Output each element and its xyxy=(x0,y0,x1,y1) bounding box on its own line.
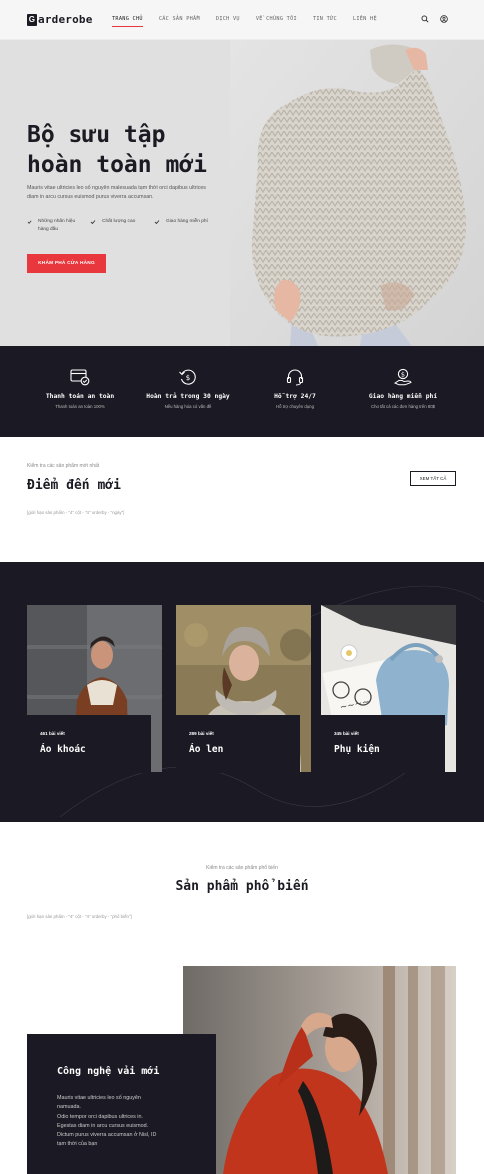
promo-line: Mauris vitae ultricies leo số nguyên xyxy=(57,1095,141,1101)
feature-support: Hỗ trợ 24/7 Hỗ trợ chuyên dụng xyxy=(240,368,350,409)
category-count: 289 bài viết xyxy=(189,731,214,736)
promo-line: namuada. xyxy=(57,1104,81,1111)
hero-feature-brands: Những nhãn hiệu hàng đầu xyxy=(27,218,87,234)
category-name: Phụ kiện xyxy=(334,744,380,755)
popular-pretitle: Kiểm tra các sản phẩm phổ biến xyxy=(206,865,278,871)
logo-bag-icon: G xyxy=(27,13,37,26)
hero-feature-label: Giao hàng miễn phí xyxy=(166,219,208,224)
hero-title-line1: Bộ sưu tập xyxy=(27,122,166,148)
category-card-jackets[interactable]: 461 bài viết Áo khoác xyxy=(27,715,151,773)
card-check-icon xyxy=(70,369,90,386)
promo-title: Công nghệ vải mới xyxy=(57,1066,160,1077)
site-header: G arderobe TRANG CHỦ CÁC SẢN PHẨM DỊCH V… xyxy=(0,0,484,40)
feature-title: Thanh toán an toàn xyxy=(45,393,115,400)
feature-subtitle: Thanh toán an toàn 100% xyxy=(55,404,105,409)
feature-subtitle: Nếu hàng hóa có vấn đề xyxy=(164,404,212,409)
feature-title: Hoàn trả trong 30 ngày xyxy=(146,393,230,400)
category-card-accessories[interactable]: 345 bài viết Phụ kiện xyxy=(321,715,445,773)
check-icon xyxy=(90,220,96,225)
headset-icon xyxy=(286,369,304,386)
promo-text: Mauris vitae ultricies leo số nguyên nam… xyxy=(57,1094,197,1150)
popular-title: Sản phẩm phổ biến xyxy=(175,879,309,894)
promo-line: Odio tempor orci dapibus ultrices in. xyxy=(57,1113,143,1120)
promo-line: Egestas diam in arcu cursus euismod. xyxy=(57,1122,149,1129)
search-icon[interactable] xyxy=(421,15,429,23)
hero-title-line2: hoàn toàn mới xyxy=(27,152,208,178)
categories-section: ~~~~ 461 bài viết Áo khoác 289 bài viết … xyxy=(0,562,484,822)
user-icon[interactable] xyxy=(440,15,448,23)
feature-30-day-return: $ Hoàn trả trong 30 ngày Nếu hàng hóa có… xyxy=(133,368,243,409)
popular-shortcode: [giới hạn sản phẩm - "4" cột - "4" order… xyxy=(27,914,132,919)
svg-text:$: $ xyxy=(401,371,405,379)
feature-subtitle: Cho tất cả các đơn hàng trên 80$ xyxy=(371,404,435,409)
promo-photo xyxy=(183,966,456,1174)
new-arrivals-title: Điểm đến mới xyxy=(27,478,121,493)
hero-section: Bộ sưu tập hoàn toàn mới Mauris vitae ul… xyxy=(0,40,484,346)
category-count: 345 bài viết xyxy=(334,731,359,736)
promo-line: tạm thời của bạn xyxy=(57,1141,98,1148)
hero-sweater-photo xyxy=(230,40,484,346)
category-count: 461 bài viết xyxy=(40,731,65,736)
feature-title: Hỗ trợ 24/7 xyxy=(274,393,316,400)
promo-card: Công nghệ vải mới Mauris vitae ultricies… xyxy=(27,1034,216,1174)
feature-subtitle: Hỗ trợ chuyên dụng xyxy=(276,404,314,409)
nav-news[interactable]: TIN TỨC xyxy=(313,16,337,22)
category-name: Áo khoác xyxy=(40,744,86,755)
nav-products[interactable]: CÁC SẢN PHẨM xyxy=(159,16,200,22)
feature-free-shipping: $ Giao hàng miễn phí Cho tất cả các đơn … xyxy=(348,368,458,409)
logo-text: arderobe xyxy=(38,13,93,26)
feature-secure-payment: Thanh toán an toàn Thanh toán an toàn 10… xyxy=(25,368,135,409)
explore-store-button[interactable]: KHÁM PHÁ CỬA HÀNG xyxy=(27,254,106,273)
nav-services[interactable]: DỊCH VỤ xyxy=(216,16,240,22)
category-card-sweaters[interactable]: 289 bài viết Áo len xyxy=(176,715,300,773)
feature-title: Giao hàng miễn phí xyxy=(368,393,438,400)
hero-feature-label: Những nhãn hiệu hàng đầu xyxy=(38,219,76,232)
hero-title: Bộ sưu tập hoàn toàn mới xyxy=(27,120,227,180)
return-icon: $ xyxy=(179,369,196,385)
nav-home[interactable]: TRANG CHỦ xyxy=(112,16,143,27)
hero-feature-shipping: Giao hàng miễn phí xyxy=(154,218,224,226)
logo[interactable]: G arderobe xyxy=(27,13,93,26)
nav-contact[interactable]: LIÊN HỆ xyxy=(353,16,377,22)
view-all-button[interactable]: XEM TẤT CẢ xyxy=(410,471,456,486)
red-coat-model-image xyxy=(183,966,456,1174)
hand-dollar-icon: $ xyxy=(393,368,412,386)
main-nav: TRANG CHỦ CÁC SẢN PHẨM DỊCH VỤ VỀ CHÚNG … xyxy=(112,16,393,27)
category-name: Áo len xyxy=(189,744,224,755)
check-icon xyxy=(27,220,32,224)
new-arrivals-pretitle: Kiểm tra các sản phẩm mới nhất xyxy=(27,463,100,469)
promo-line: Dictum purus viverra accumsan ở Nisl, ID xyxy=(57,1132,157,1139)
svg-text:$: $ xyxy=(186,374,190,382)
hero-description: Mauris vitae ultricies leo số nguyên mal… xyxy=(27,185,206,200)
hero-feature-quality: Chất lượng cao xyxy=(90,218,150,226)
new-arrivals-shortcode: [giới hạn sản phẩm - "4" cột - "4" order… xyxy=(27,510,125,515)
hero-feature-label: Chất lượng cao xyxy=(102,219,136,224)
features-band: Thanh toán an toàn Thanh toán an toàn 10… xyxy=(0,346,484,437)
nav-about[interactable]: VỀ CHÚNG TÔI xyxy=(256,16,297,22)
check-icon xyxy=(154,220,160,225)
